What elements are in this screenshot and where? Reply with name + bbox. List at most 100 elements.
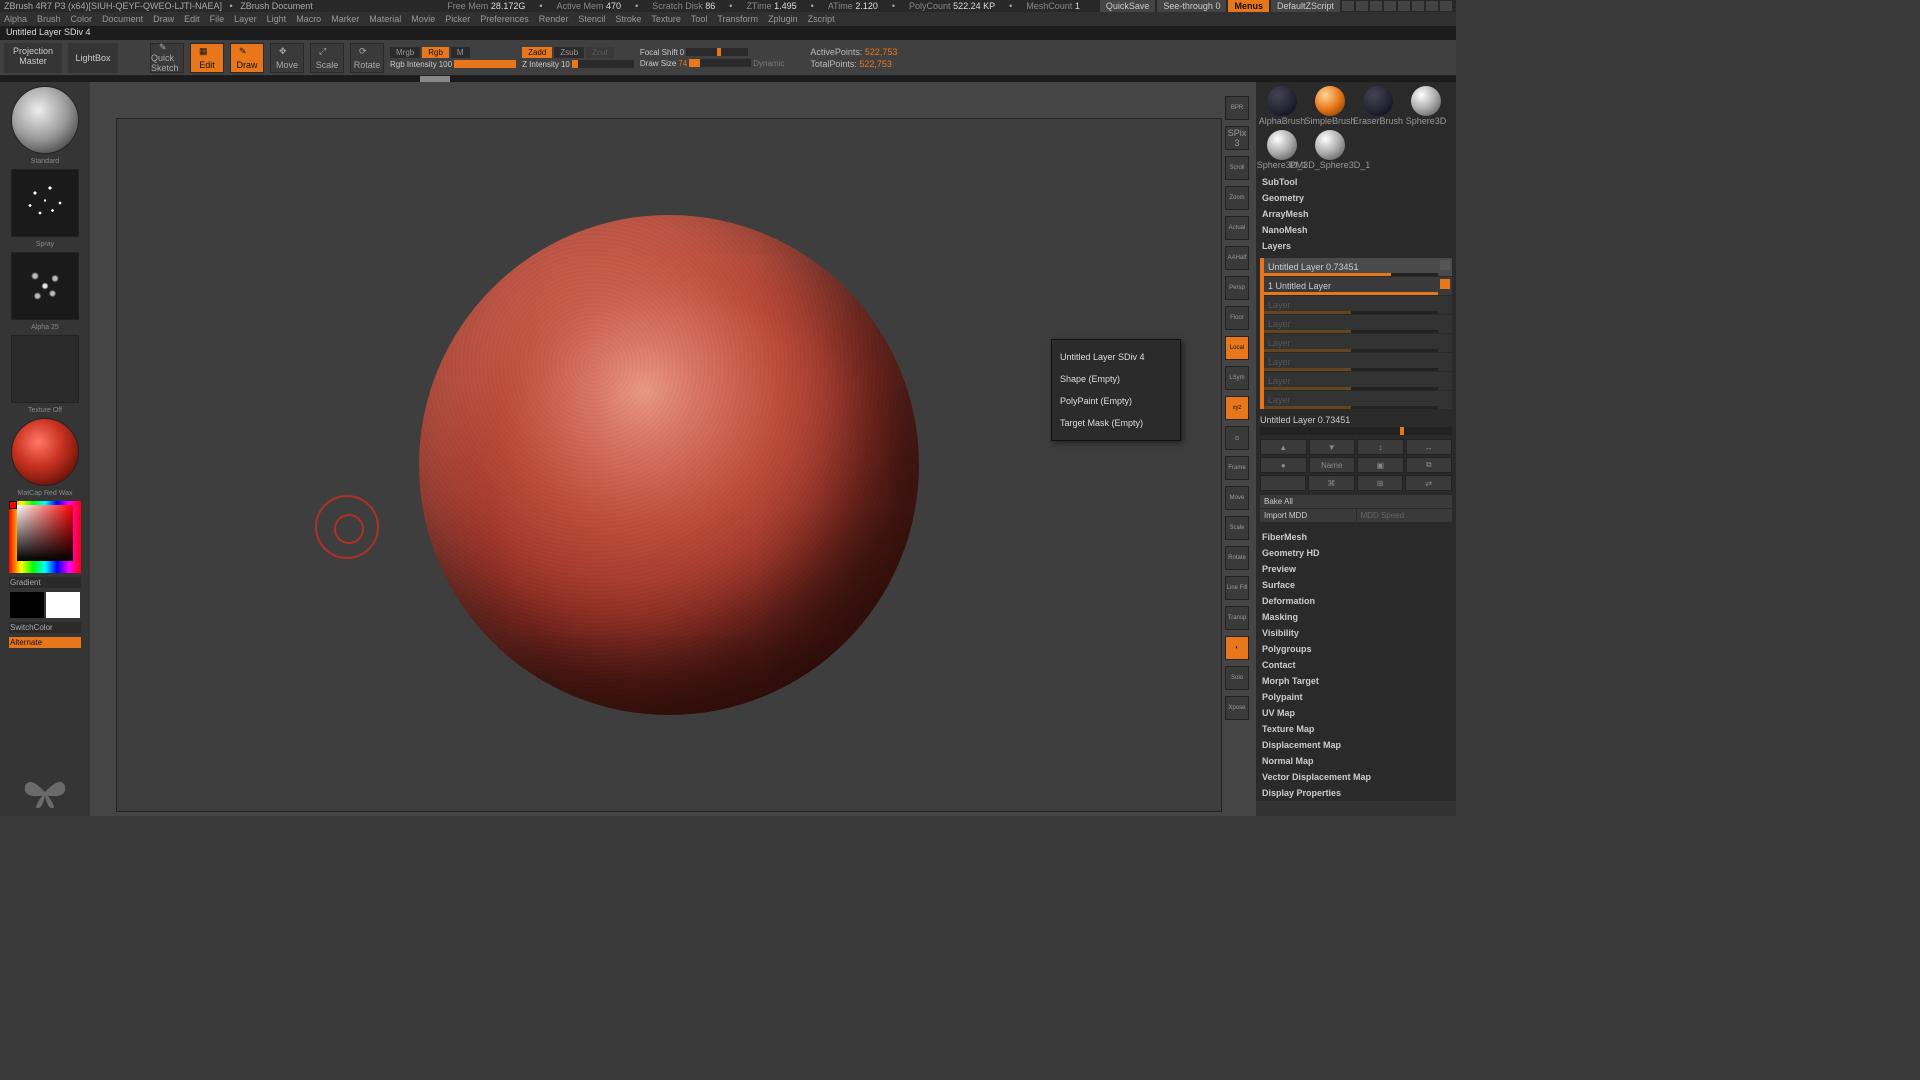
texture-selector[interactable]: [11, 335, 79, 403]
tool-pm3d-sphere[interactable]: PM3D_Sphere3D_1: [1308, 130, 1352, 170]
layer-split-button[interactable]: ⌘: [1308, 475, 1355, 491]
section-dispmap[interactable]: Displacement Map: [1256, 737, 1456, 753]
section-fibermesh[interactable]: FiberMesh: [1256, 529, 1456, 545]
menu-brush[interactable]: Brush: [37, 14, 61, 24]
layer-scroll-button[interactable]: ↕: [1357, 439, 1404, 455]
layer-new-button[interactable]: ▣: [1357, 457, 1404, 473]
alternate-button[interactable]: Alternate: [9, 637, 81, 648]
section-normalmap[interactable]: Normal Map: [1256, 753, 1456, 769]
scale-mode-button[interactable]: ⤢Scale: [310, 43, 344, 73]
layer-name-button[interactable]: Name: [1309, 457, 1356, 473]
brush-selector[interactable]: [11, 86, 79, 154]
actual-button[interactable]: Actual: [1225, 216, 1249, 240]
section-texmap[interactable]: Texture Map: [1256, 721, 1456, 737]
xpose-button[interactable]: Xpose: [1225, 696, 1249, 720]
layer-scroll-up-button[interactable]: ▲: [1260, 439, 1307, 455]
layer-visibility-icon[interactable]: [1440, 260, 1450, 270]
spix-readout[interactable]: SPix3: [1225, 126, 1249, 150]
layer-record-button[interactable]: ●: [1260, 457, 1307, 473]
close-button[interactable]: [1440, 1, 1452, 11]
section-arraymesh[interactable]: ArrayMesh: [1256, 206, 1456, 222]
sculpt-object[interactable]: [419, 215, 919, 715]
move-mode-button[interactable]: ✥Move: [270, 43, 304, 73]
bpr-button[interactable]: BPR: [1225, 96, 1249, 120]
rgb-button[interactable]: Rgb: [422, 47, 449, 58]
section-deformation[interactable]: Deformation: [1256, 593, 1456, 609]
rotate-button[interactable]: Rotate: [1225, 546, 1249, 570]
layer-invert-button[interactable]: ⇄: [1405, 475, 1452, 491]
mrgb-button[interactable]: Mrgb: [390, 47, 420, 58]
scroll-button[interactable]: Scroll: [1225, 156, 1249, 180]
menu-marker[interactable]: Marker: [331, 14, 359, 24]
section-nanomesh[interactable]: NanoMesh: [1256, 222, 1456, 238]
section-masking[interactable]: Masking: [1256, 609, 1456, 625]
gradient-button[interactable]: Gradient: [9, 577, 81, 588]
zadd-button[interactable]: Zadd: [522, 47, 552, 58]
section-polygroups[interactable]: Polygroups: [1256, 641, 1456, 657]
menu-edit[interactable]: Edit: [184, 14, 200, 24]
menu-file[interactable]: File: [210, 14, 225, 24]
menu-macro[interactable]: Macro: [296, 14, 321, 24]
menu-zplugin[interactable]: Zplugin: [768, 14, 798, 24]
menu-material[interactable]: Material: [369, 14, 401, 24]
menu-stroke[interactable]: Stroke: [615, 14, 641, 24]
menu-draw[interactable]: Draw: [153, 14, 174, 24]
layout-button-1[interactable]: [1342, 1, 1354, 11]
menu-picker[interactable]: Picker: [445, 14, 470, 24]
menu-layer[interactable]: Layer: [234, 14, 257, 24]
mdd-speed-slider[interactable]: MDD Speed: [1357, 509, 1453, 522]
scale-button[interactable]: Scale: [1225, 516, 1249, 540]
m-button[interactable]: M: [451, 47, 470, 58]
projection-master-button[interactable]: Projection Master: [4, 43, 62, 73]
tool-simplebrush[interactable]: SimpleBrush: [1308, 86, 1352, 126]
menus-toggle[interactable]: Menus: [1228, 0, 1269, 12]
focal-shift-slider[interactable]: [686, 48, 748, 56]
rotate-mode-button[interactable]: ⟳Rotate: [350, 43, 384, 73]
swatch-primary[interactable]: [46, 592, 80, 618]
z-intensity-slider[interactable]: [572, 60, 634, 68]
layer-merge-button[interactable]: ⊞: [1357, 475, 1404, 491]
menu-render[interactable]: Render: [539, 14, 569, 24]
floor-button[interactable]: Floor: [1225, 306, 1249, 330]
layout-button-2[interactable]: [1356, 1, 1368, 11]
tool-eraserbrush[interactable]: EraserBrush: [1356, 86, 1400, 126]
section-surface[interactable]: Surface: [1256, 577, 1456, 593]
section-polypaint[interactable]: Polypaint: [1256, 689, 1456, 705]
menu-texture[interactable]: Texture: [651, 14, 681, 24]
material-selector[interactable]: [11, 418, 79, 486]
section-subtool[interactable]: SubTool: [1256, 174, 1456, 190]
move-button[interactable]: Move: [1225, 486, 1249, 510]
menu-light[interactable]: Light: [267, 14, 287, 24]
frame-button[interactable]: Frame: [1225, 456, 1249, 480]
section-dispprops[interactable]: Display Properties: [1256, 785, 1456, 801]
menu-zscript[interactable]: Zscript: [808, 14, 835, 24]
persp-button[interactable]: Persp: [1225, 276, 1249, 300]
section-geometryhd[interactable]: Geometry HD: [1256, 545, 1456, 561]
layout-button-3[interactable]: [1370, 1, 1382, 11]
layer-move-down-button[interactable]: ▼: [1309, 439, 1356, 455]
menu-movie[interactable]: Movie: [411, 14, 435, 24]
edit-mode-button[interactable]: ▦Edit: [190, 43, 224, 73]
transp-button[interactable]: Transp: [1225, 606, 1249, 630]
section-morph[interactable]: Morph Target: [1256, 673, 1456, 689]
menu-stencil[interactable]: Stencil: [578, 14, 605, 24]
lightbox-button[interactable]: LightBox: [68, 43, 118, 73]
menu-color[interactable]: Color: [71, 14, 93, 24]
layer-row-1[interactable]: 1 Untitled Layer: [1264, 277, 1452, 295]
section-visibility[interactable]: Visibility: [1256, 625, 1456, 641]
zoom-button[interactable]: Zoom: [1225, 186, 1249, 210]
switchcolor-button[interactable]: SwitchColor: [9, 622, 81, 633]
lsym-button[interactable]: LSym: [1225, 366, 1249, 390]
section-geometry[interactable]: Geometry: [1256, 190, 1456, 206]
quicksave-button[interactable]: QuickSave: [1100, 0, 1156, 12]
minimize-button[interactable]: [1412, 1, 1424, 11]
import-mdd-button[interactable]: Import MDD: [1260, 509, 1356, 522]
menu-transform[interactable]: Transform: [717, 14, 758, 24]
section-uvmap[interactable]: UV Map: [1256, 705, 1456, 721]
draw-mode-button[interactable]: ✎Draw: [230, 43, 264, 73]
menu-document[interactable]: Document: [102, 14, 143, 24]
draw-size-slider[interactable]: [689, 59, 751, 67]
linefill-button[interactable]: Line Fill: [1225, 576, 1249, 600]
layer-record-icon[interactable]: [1440, 279, 1450, 289]
swatch-secondary[interactable]: [10, 592, 44, 618]
